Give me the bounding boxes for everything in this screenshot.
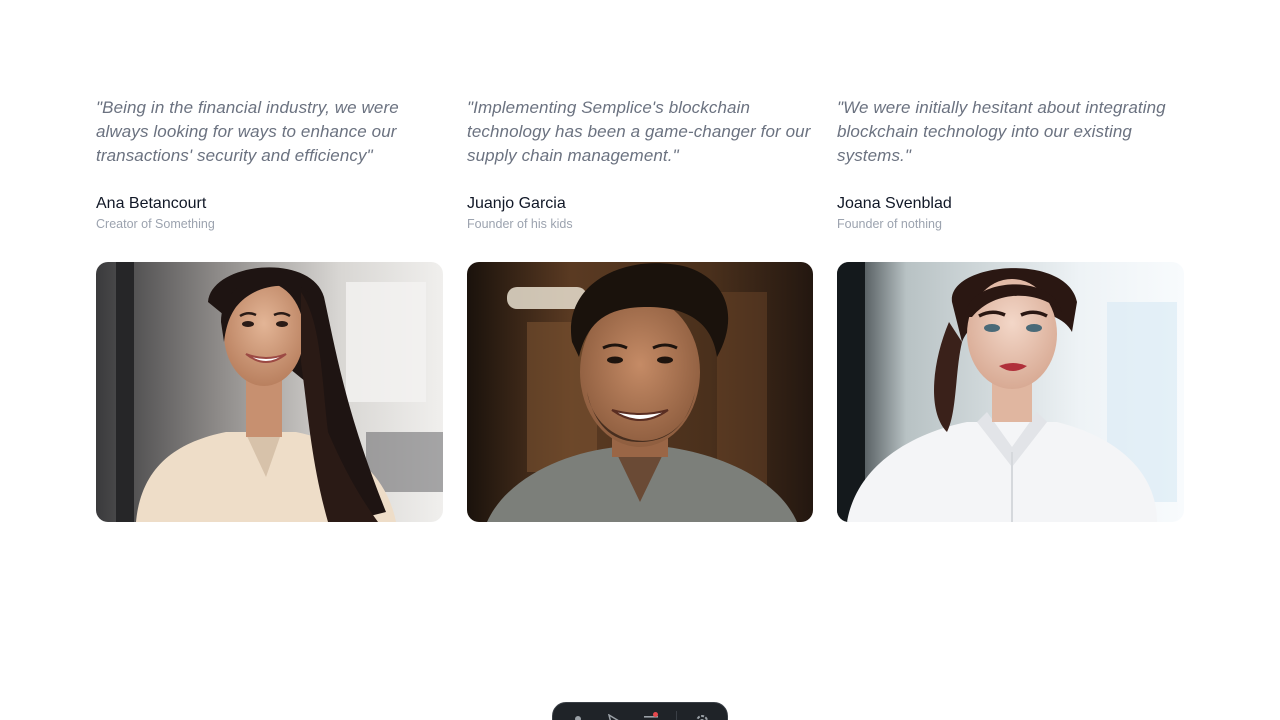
testimonial-author-role: Founder of his kids bbox=[467, 217, 573, 231]
man-smiling-photo bbox=[467, 262, 813, 522]
testimonial-card: "Being in the financial industry, we wer… bbox=[96, 96, 443, 522]
testimonial-author-name: Ana Betancourt bbox=[96, 195, 207, 212]
testimonial-card: "We were initially hesitant about integr… bbox=[837, 96, 1184, 522]
testimonial-author-role: Creator of Something bbox=[96, 217, 215, 231]
testimonials-section: "Being in the financial industry, we wer… bbox=[0, 0, 1280, 720]
testimonials-grid: "Being in the financial industry, we wer… bbox=[96, 96, 1184, 522]
testimonial-quote: "We were initially hesitant about integr… bbox=[837, 98, 1166, 165]
testimonial-author-name: Juanjo Garcia bbox=[467, 195, 566, 212]
testimonial-photo bbox=[837, 262, 1184, 522]
woman-white-shirt-photo bbox=[837, 262, 1184, 522]
menu-icon[interactable] bbox=[640, 711, 662, 720]
testimonial-author-name: Joana Svenblad bbox=[837, 195, 952, 212]
testimonial-author-role: Founder of nothing bbox=[837, 217, 942, 231]
testimonial-quote: "Implementing Semplice's blockchain tech… bbox=[467, 98, 811, 165]
woman-smiling-photo bbox=[96, 262, 443, 522]
testimonial-photo bbox=[467, 262, 813, 522]
floating-toolbar bbox=[552, 702, 728, 720]
testimonial-photo bbox=[96, 262, 443, 522]
notification-dot bbox=[652, 712, 658, 717]
user-icon[interactable] bbox=[567, 711, 589, 720]
testimonial-card: "Implementing Semplice's blockchain tech… bbox=[467, 96, 813, 522]
testimonial-quote: "Being in the financial industry, we wer… bbox=[96, 98, 399, 165]
cursor-icon[interactable] bbox=[603, 711, 625, 720]
settings-icon[interactable] bbox=[691, 711, 713, 720]
toolbar-divider bbox=[675, 711, 677, 720]
